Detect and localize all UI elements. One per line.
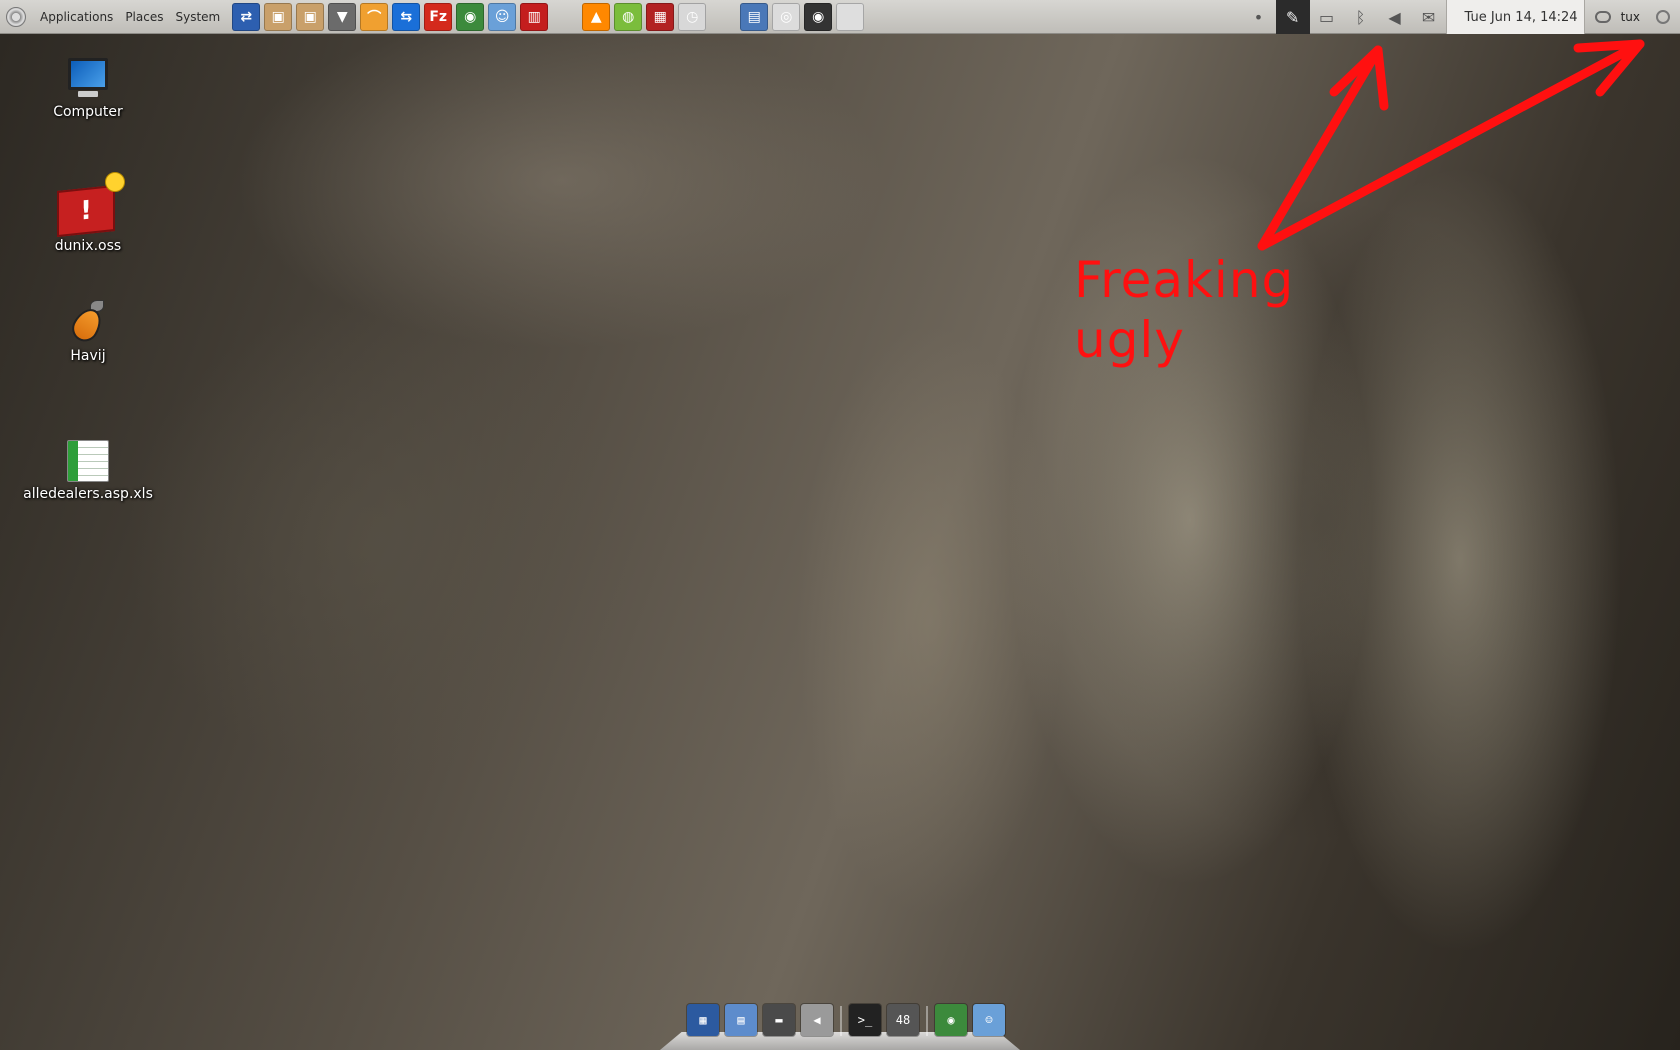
chrome-icon[interactable]: ◉ [456, 2, 485, 31]
menu-applications[interactable]: Applications [34, 10, 119, 24]
workspace-switcher-icon[interactable]: ▤ [740, 2, 769, 31]
webcam-icon[interactable]: ◉ [804, 2, 833, 31]
desktop-icon-label: Havij [70, 348, 106, 364]
workspace-icon[interactable]: ▤ [725, 1004, 757, 1036]
menu-bar: Applications Places System [0, 0, 226, 34]
annotation-line-2: ugly [1074, 311, 1185, 369]
user-icon [1594, 11, 1611, 23]
annotation-text: Freaking ugly [1074, 250, 1294, 370]
arrow-to-tray-head [1329, 45, 1389, 111]
dock-items: ▦ ▤ ▬ ◀ >_ 48 ◉ ☺ [684, 996, 1008, 1036]
display-settings-icon[interactable]: ▭ [1310, 0, 1344, 34]
menu-places[interactable]: Places [119, 10, 169, 24]
package-remove-icon[interactable]: ▣ [296, 2, 325, 31]
mail-icon[interactable]: ✉ [1412, 0, 1446, 34]
pen-tool-icon[interactable]: ✎ [1275, 0, 1310, 34]
annotation-arrows [1257, 39, 1645, 251]
chrome-dock-icon[interactable]: ◉ [935, 1004, 967, 1036]
user-menu[interactable]: tux [1585, 0, 1680, 34]
havij-carrot-icon [67, 300, 108, 347]
arrow-to-tray-line [1257, 45, 1383, 251]
suit-tie-icon[interactable]: ▼ [328, 2, 357, 31]
dock: ▦ ▤ ▬ ◀ >_ 48 ◉ ☺ [660, 996, 1020, 1050]
red-grid-app-icon[interactable]: ▦ [646, 2, 675, 31]
distro-logo-icon[interactable] [6, 6, 26, 27]
red-box-app-icon[interactable]: ▥ [520, 2, 549, 31]
terminal-icon[interactable]: >_ [849, 1004, 881, 1036]
vlc-icon[interactable]: ▲ [582, 2, 611, 31]
cd-drive-icon[interactable]: ◎ [772, 2, 801, 31]
teamviewer-icon[interactable]: ⇆ [392, 2, 421, 31]
arrow-to-user-line [1257, 39, 1645, 251]
system-tray: • ✎ ▭ ᛒ ◀ ✉ Tue Jun 14, 14:24 tux [1242, 0, 1680, 34]
dock-separator [926, 1006, 928, 1036]
messenger-dock-icon[interactable]: ☺ [973, 1004, 1005, 1036]
top-panel: Applications Places System ⇄ ▣ ▣ ▼ ⌒ ⇆ Fz ◉ ☺ ▥ ▲ ◍… [0, 0, 1680, 34]
blank-window-icon[interactable] [836, 2, 865, 31]
dock-separator [840, 1006, 842, 1036]
tray-icons: • ✎ ▭ ᛒ ◀ ✉ [1242, 0, 1446, 34]
package-install-icon[interactable]: ▣ [264, 2, 293, 31]
sunglasses-emblem-icon [105, 172, 125, 192]
filezilla-icon[interactable]: Fz [424, 2, 453, 31]
desktop-icon-label: dunix.oss [54, 238, 122, 254]
desktop-preview-icon[interactable]: ▦ [687, 1004, 719, 1036]
spreadsheet-icon [67, 440, 109, 482]
messenger-icon[interactable]: ☺ [488, 2, 517, 31]
dunix-app-icon: ! [57, 172, 125, 238]
arch-swoosh-icon[interactable]: ⌒ [360, 2, 389, 31]
clock-app-icon[interactable]: ◷ [678, 2, 707, 31]
folder-icon[interactable]: ▬ [763, 1004, 795, 1036]
panel-launchers: ⇄ ▣ ▣ ▼ ⌒ ⇆ Fz ◉ ☺ ▥ ▲ ◍ ▦ ◷ ▤ ◎ ◉ [230, 2, 866, 31]
user-status-icon[interactable]: • [1242, 0, 1276, 34]
clock[interactable]: Tue Jun 14, 14:24 [1445, 0, 1585, 34]
ubuntu-software-icon[interactable]: ◍ [614, 2, 643, 31]
arrow-to-user-head [1573, 39, 1645, 97]
desktop-icon-label: Computer [53, 104, 123, 120]
volume-dock-icon[interactable]: ◀ [801, 1004, 833, 1036]
volume-icon[interactable]: ◀ [1378, 0, 1412, 34]
bluetooth-icon[interactable]: ᛒ [1344, 0, 1378, 34]
desktop-icon-havij[interactable]: Havij [18, 300, 158, 364]
user-name: tux [1620, 10, 1640, 24]
desktop-icon-spreadsheet[interactable]: alledealers.asp.xls [18, 440, 158, 502]
annotation-line-1: Freaking [1074, 251, 1295, 309]
speedometer-icon[interactable]: 48 [887, 1004, 919, 1036]
desktop-icon-computer[interactable]: Computer [18, 58, 158, 120]
menu-system[interactable]: System [169, 10, 226, 24]
computer-icon [66, 58, 110, 100]
power-icon[interactable] [1656, 10, 1670, 24]
desktop-icon-dunix[interactable]: ! dunix.oss [18, 172, 158, 254]
desktop-icon-label: alledealers.asp.xls [23, 486, 153, 502]
network-manager-icon[interactable]: ⇄ [232, 2, 261, 31]
